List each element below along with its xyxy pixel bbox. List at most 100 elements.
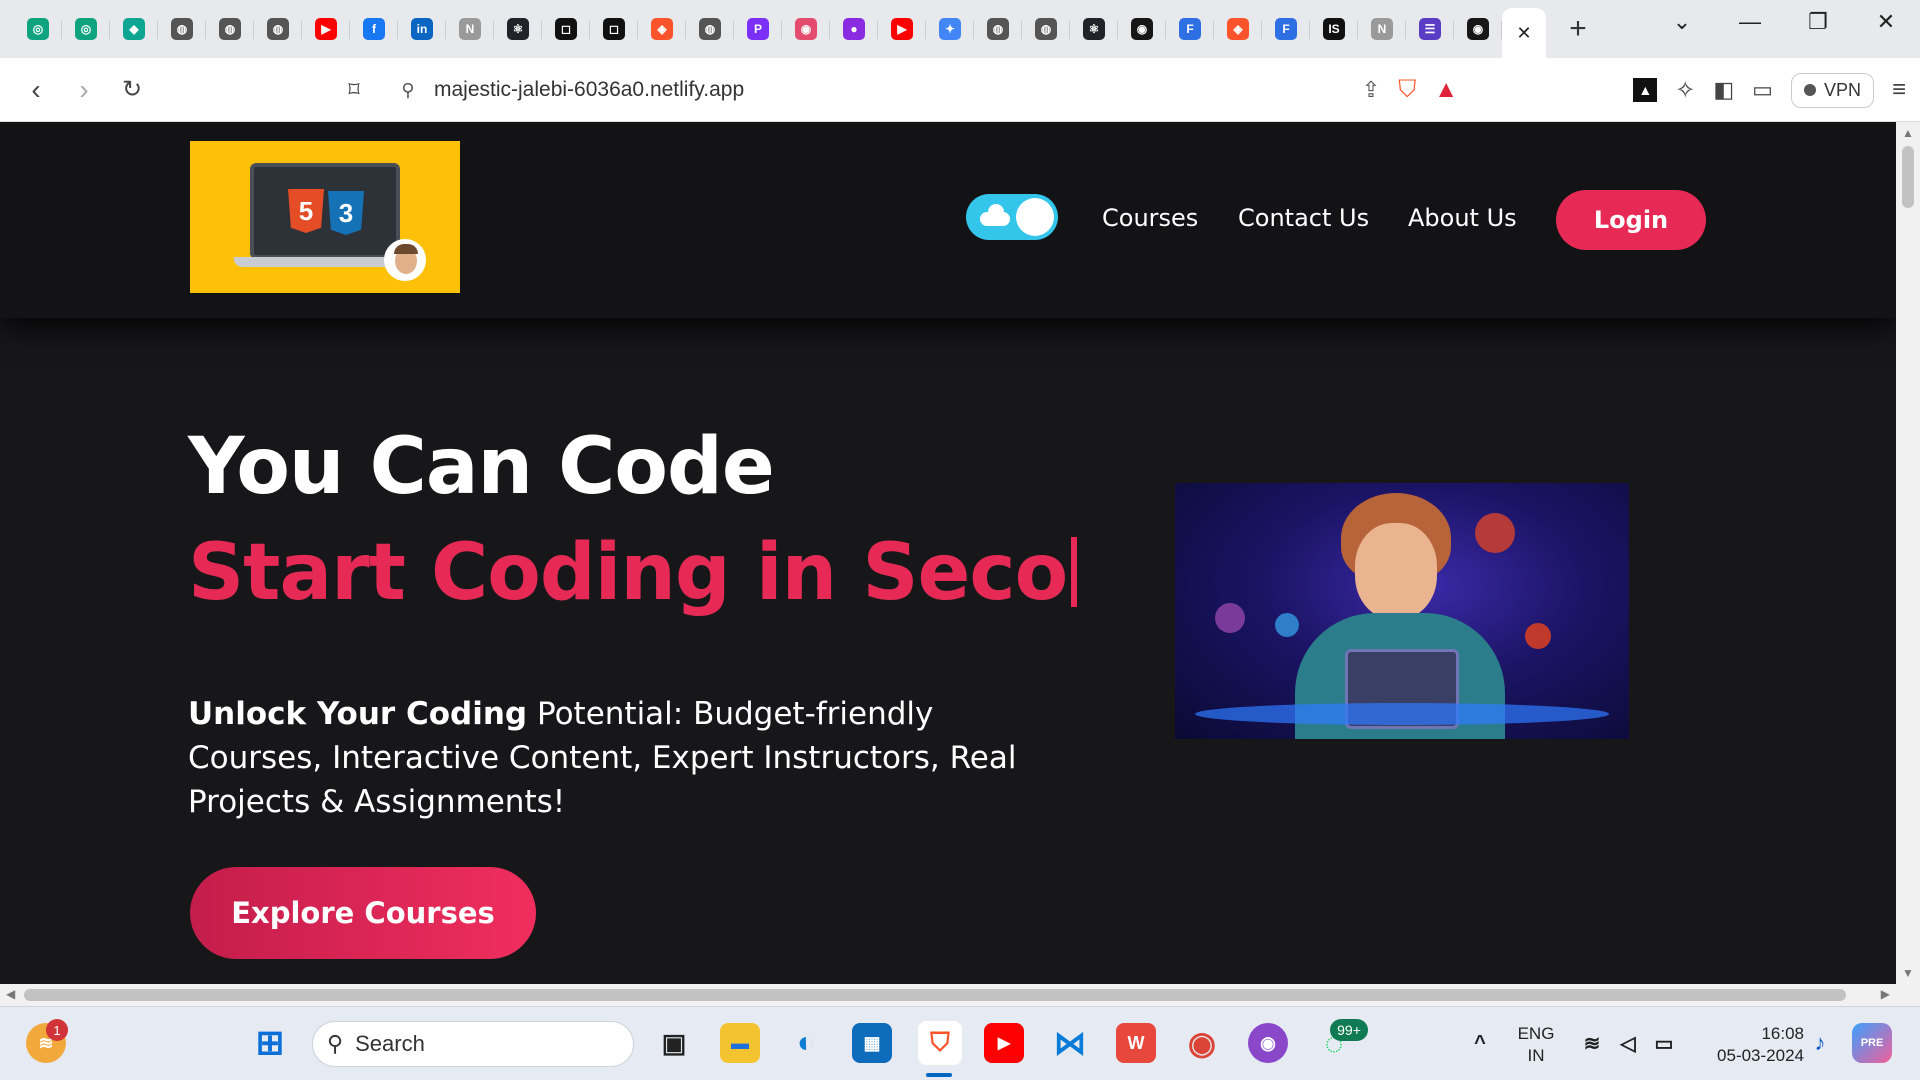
language-indicator[interactable]: ENG IN [1516, 1023, 1556, 1067]
close-window-icon[interactable]: ✕ [1852, 0, 1920, 44]
browser-tab[interactable]: F [1166, 7, 1214, 51]
wifi-icon[interactable]: ≋ [1572, 1023, 1612, 1063]
reload-icon[interactable]: ↻ [108, 66, 156, 114]
wps-office-icon[interactable]: W [1116, 1023, 1156, 1063]
floating-orb [1275, 613, 1299, 637]
browser-tab[interactable]: ◎ [14, 7, 62, 51]
site-header: 5 3 Courses Contact Us About Us Login [0, 122, 1896, 318]
scroll-up-icon[interactable]: ▲ [1896, 126, 1920, 140]
browser-tab[interactable]: ⚛ [1070, 7, 1118, 51]
file-explorer-icon[interactable]: ▬ [720, 1023, 760, 1063]
browser-tab[interactable]: ◆ [110, 7, 158, 51]
nav-contact-link[interactable]: Contact Us [1238, 204, 1369, 232]
globe-icon: ◍ [171, 18, 193, 40]
browser-tab[interactable]: f [350, 7, 398, 51]
browser-tab[interactable]: ◍ [254, 7, 302, 51]
site-logo[interactable]: 5 3 [190, 141, 460, 293]
explore-courses-button[interactable]: Explore Courses [190, 867, 536, 959]
new-tab-icon[interactable]: + [1556, 7, 1600, 51]
vpn-button[interactable]: VPN [1790, 72, 1874, 108]
taskbar-search[interactable]: ⚲ Search [312, 1021, 634, 1067]
browser-tab[interactable]: ▶ [878, 7, 926, 51]
browser-tab[interactable]: ◈ [1214, 7, 1262, 51]
browser-tab[interactable]: ◻ [542, 7, 590, 51]
notification-bell-icon[interactable]: ♪ [1800, 1023, 1840, 1063]
browser-tab[interactable]: ◍ [206, 7, 254, 51]
browser-tab[interactable]: ◉ [782, 7, 830, 51]
login-button[interactable]: Login [1556, 190, 1706, 250]
volume-icon[interactable]: ◁ [1608, 1023, 1648, 1063]
browser-tab[interactable]: ◈ [638, 7, 686, 51]
task-view-icon[interactable]: ▣ [654, 1023, 694, 1063]
horizontal-scroll-thumb[interactable] [24, 989, 1846, 1001]
copilot-icon[interactable]: PRE [1852, 1023, 1892, 1063]
browser-tab[interactable]: ◉ [1118, 7, 1166, 51]
facebook-icon: f [363, 18, 385, 40]
browser-tab[interactable]: F [1262, 7, 1310, 51]
scroll-right-icon[interactable]: ▶ [1881, 987, 1890, 1001]
scroll-down-icon[interactable]: ▼ [1896, 966, 1920, 980]
battery-icon[interactable]: ▭ [1644, 1023, 1684, 1063]
horizontal-scrollbar[interactable]: ◀ ▶ [0, 984, 1920, 1006]
menu-icon[interactable]: ≡ [1892, 76, 1906, 104]
browser-tab[interactable]: ◍ [686, 7, 734, 51]
url-text[interactable]: majestic-jalebi-6036a0.netlify.app [434, 78, 744, 102]
browser-tab[interactable]: ▶ [302, 7, 350, 51]
nav-about-link[interactable]: About Us [1408, 204, 1517, 232]
browser-tab[interactable]: ☰ [1406, 7, 1454, 51]
browser-tab[interactable]: ◍ [974, 7, 1022, 51]
browser-tab[interactable]: ◻ [590, 7, 638, 51]
browser-tab[interactable]: ◍ [1022, 7, 1070, 51]
browser-tab[interactable]: P [734, 7, 782, 51]
browser-tab[interactable]: ◉ [1454, 7, 1502, 51]
chatgpt-icon: ◎ [27, 18, 49, 40]
minimize-icon[interactable]: — [1716, 0, 1784, 44]
windows-start-icon[interactable]: ⊞ [250, 1023, 290, 1063]
extension-icon[interactable]: ▲ [1633, 78, 1658, 102]
page-viewport: 5 3 Courses Contact Us About Us Login Yo… [0, 122, 1896, 984]
bookmark-icon[interactable]: ⌑ [330, 66, 378, 114]
back-icon[interactable]: ‹ [12, 66, 60, 114]
browser-tab[interactable]: ● [830, 7, 878, 51]
share-icon[interactable]: ⇪ [1362, 77, 1380, 103]
wallet-icon[interactable]: ▭ [1752, 77, 1773, 103]
chrome-icon[interactable]: ◉ [1182, 1023, 1222, 1063]
vscode-icon[interactable]: ⋈ [1050, 1023, 1090, 1063]
clock[interactable]: 16:08 05-03-2024 [1694, 1023, 1804, 1067]
browser-tab[interactable]: N [1358, 7, 1406, 51]
browser-tab[interactable]: N [446, 7, 494, 51]
scroll-left-icon[interactable]: ◀ [6, 987, 15, 1001]
close-tab-icon[interactable]: ✕ [1516, 23, 1531, 44]
browser-tab[interactable]: IS [1310, 7, 1358, 51]
browser-tab[interactable]: ◎ [62, 7, 110, 51]
restore-icon[interactable]: ❐ [1784, 0, 1852, 44]
theme-toggle[interactable] [966, 194, 1058, 240]
sidebar-icon[interactable]: ◧ [1713, 77, 1734, 103]
youtube-taskbar-icon[interactable]: ▶ [984, 1023, 1024, 1063]
active-tab[interactable]: ✕ [1502, 8, 1546, 58]
notification-badge: 1 [46, 1019, 68, 1041]
site-settings-icon[interactable]: ⚲ [388, 80, 428, 101]
browser-tab[interactable]: ⚛ [494, 7, 542, 51]
tab-list: ◎ ◎ ◆ ◍ ◍ ◍ ▶ f in N ⚛ ◻ ◻ ◈ ◍ P ◉ ● ▶ ✦ ◍ ◍ ⚛ ◉ F ◈ F IS N ☰ ◉ ✕ + [0, 0, 1600, 58]
nav-courses-link[interactable]: Courses [1102, 204, 1198, 232]
tab-search-icon[interactable]: ⌄ [1648, 0, 1716, 44]
forward-icon[interactable]: › [60, 66, 108, 114]
brave-taskbar-icon[interactable]: ⛉ [918, 1021, 962, 1065]
brave-shield-icon[interactable]: ⛉ [1398, 76, 1416, 104]
youtube-icon: ▶ [315, 18, 337, 40]
globe-icon: ◍ [267, 18, 289, 40]
microsoft-store-icon[interactable]: ▦ [852, 1023, 892, 1063]
edge-icon[interactable]: ◐ [786, 1023, 826, 1063]
github-desktop-icon[interactable]: ◉ [1248, 1023, 1288, 1063]
address-bar[interactable]: ⚲ majestic-jalebi-6036a0.netlify.app ⇪ ⛉… [388, 66, 1468, 114]
chevron-up-icon[interactable]: ^ [1460, 1023, 1500, 1063]
browser-tab[interactable]: ◍ [158, 7, 206, 51]
browser-tab[interactable]: ✦ [926, 7, 974, 51]
search-icon: ⚲ [327, 1031, 344, 1056]
extensions-puzzle-icon[interactable]: ✧ [1675, 76, 1695, 105]
browser-tab[interactable]: in [398, 7, 446, 51]
vertical-scroll-thumb[interactable] [1902, 146, 1914, 208]
brave-rewards-icon[interactable]: ▲ [1434, 76, 1458, 104]
vertical-scrollbar[interactable]: ▲ ▼ [1896, 122, 1920, 984]
